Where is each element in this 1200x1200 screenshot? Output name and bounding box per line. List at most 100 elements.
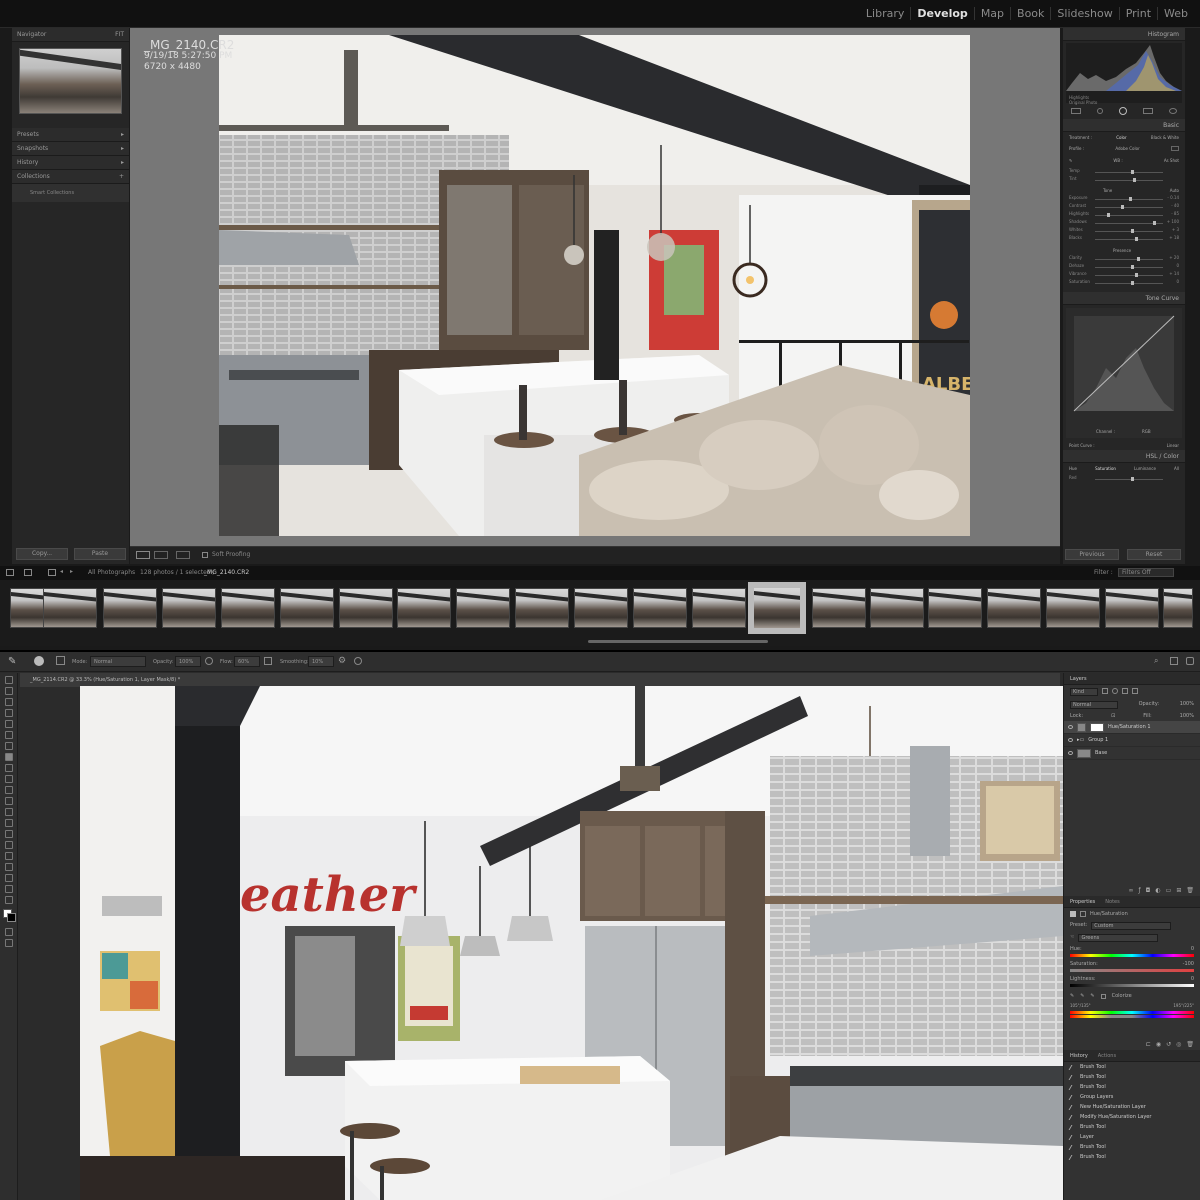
clarity-value[interactable]: + 20 — [1169, 255, 1179, 260]
hsl-header[interactable]: HSL / Color — [1063, 450, 1185, 463]
point-curve-value[interactable]: Linear — [1167, 443, 1179, 448]
history-item[interactable]: Modify Hue/Saturation Layer — [1064, 1112, 1200, 1122]
grid-view-icon[interactable] — [6, 569, 14, 576]
history-brush-tool-icon[interactable] — [5, 775, 13, 783]
mask-icon[interactable] — [1080, 911, 1086, 917]
shape-tool-icon[interactable] — [5, 863, 13, 871]
module-web[interactable]: Web — [1157, 7, 1194, 20]
module-slideshow[interactable]: Slideshow — [1050, 7, 1118, 20]
previous-button[interactable]: Previous — [1065, 549, 1119, 560]
history-item[interactable]: Layer — [1064, 1132, 1200, 1142]
hand-icon[interactable]: ☜ — [1070, 934, 1074, 942]
preset-select[interactable]: Custom — [1091, 922, 1172, 930]
saturation-value[interactable]: -100 — [1183, 961, 1194, 967]
trash-icon[interactable]: 🗑 — [1186, 1041, 1194, 1048]
marquee-tool-icon[interactable] — [5, 687, 13, 695]
filmstrip-thumb[interactable] — [280, 588, 334, 628]
filmstrip-thumb[interactable] — [397, 588, 451, 628]
saturation-knob[interactable] — [1131, 281, 1134, 285]
snapshots-header[interactable]: Snapshots ▸ — [12, 142, 129, 156]
healing-tool-icon[interactable] — [5, 742, 13, 750]
layer-mask-thumb[interactable] — [1090, 722, 1104, 732]
filmstrip-thumb[interactable] — [692, 588, 746, 628]
saturation-value[interactable]: 0 — [1176, 279, 1179, 284]
filmstrip-thumb[interactable] — [162, 588, 216, 628]
history-item[interactable]: New Hue/Saturation Layer — [1064, 1102, 1200, 1112]
whites-slider[interactable]: Whites + 3 — [1069, 227, 1179, 234]
visibility-eye-icon[interactable] — [1068, 751, 1073, 755]
main-photo[interactable]: ALBE — [219, 35, 970, 536]
visibility-eye-icon[interactable] — [1068, 738, 1073, 742]
layer-row[interactable]: Base — [1064, 747, 1200, 760]
eyedropper-minus-icon[interactable]: ✎ — [1090, 993, 1094, 999]
collections-header[interactable]: Collections + — [12, 170, 129, 184]
adjustment-filter-icon[interactable] — [1112, 688, 1118, 694]
link-icon[interactable]: ∞ — [1129, 887, 1134, 894]
highlights-knob[interactable] — [1107, 213, 1110, 217]
gradient-tool-icon[interactable] — [5, 797, 13, 805]
color-swatches[interactable] — [0, 907, 17, 925]
vibrance-knob[interactable] — [1135, 273, 1138, 277]
filmstrip-thumb[interactable] — [43, 588, 97, 628]
layer-opacity-value[interactable]: 100% — [1180, 701, 1194, 709]
contrast-knob[interactable] — [1121, 205, 1124, 209]
clarity-knob[interactable] — [1137, 257, 1140, 261]
view-previous-icon[interactable]: ◉ — [1156, 1041, 1161, 1048]
brush-preset-icon[interactable] — [34, 656, 44, 666]
properties-tab[interactable]: Properties — [1070, 899, 1095, 905]
layers-tab[interactable]: Layers — [1070, 676, 1087, 682]
hsl-tab-hue[interactable]: Hue — [1069, 466, 1077, 471]
history-item[interactable]: Brush Tool — [1064, 1142, 1200, 1152]
eyedropper-icon[interactable]: ✎ — [1069, 158, 1072, 163]
hsl-tab-luminance[interactable]: Luminance — [1134, 466, 1156, 471]
filmstrip-thumb[interactable] — [870, 588, 924, 628]
canvas[interactable]: eather — [80, 686, 1063, 1200]
zoom-tool-icon[interactable] — [5, 885, 13, 893]
opacity-input[interactable]: 100% — [175, 656, 201, 667]
tone-curve-header[interactable]: Tone Curve — [1063, 292, 1185, 305]
soft-proofing-checkbox[interactable] — [202, 552, 208, 558]
clip-icon[interactable]: ⊏ — [1146, 1041, 1151, 1048]
temp-knob[interactable] — [1131, 170, 1134, 174]
search-icon[interactable]: ⌕ — [1154, 656, 1158, 666]
dodge-tool-icon[interactable] — [5, 819, 13, 827]
plus-icon[interactable]: + — [119, 173, 124, 180]
spot-removal-icon[interactable] — [1097, 108, 1103, 114]
blend-mode-select[interactable]: Normal — [1070, 701, 1118, 709]
filmstrip-thumb[interactable] — [456, 588, 510, 628]
actions-tab[interactable]: Actions — [1098, 1053, 1116, 1059]
before-after-icon[interactable] — [154, 551, 168, 559]
layer-row[interactable]: ▸▭ Group 1 — [1064, 734, 1200, 747]
exposure-knob[interactable] — [1129, 197, 1132, 201]
exposure-value[interactable]: - 0.14 — [1167, 195, 1179, 200]
channel-select[interactable]: Greens — [1078, 934, 1159, 942]
saturation-slider[interactable]: Saturation 0 — [1069, 279, 1179, 286]
profile-value[interactable]: Adobe Color — [1115, 146, 1139, 151]
dehaze-knob[interactable] — [1131, 265, 1134, 269]
background-color-swatch[interactable] — [7, 913, 16, 922]
filmstrip-thumb[interactable] — [574, 588, 628, 628]
grid-icon[interactable] — [1171, 146, 1179, 151]
treatment-color[interactable]: Color — [1116, 135, 1126, 140]
filmstrip-thumb[interactable] — [1163, 588, 1193, 628]
brush-tool-icon[interactable]: ✎ — [8, 656, 16, 667]
type-filter-icon[interactable] — [1122, 688, 1128, 694]
tone-curve-area[interactable]: Channel : RGB — [1066, 308, 1182, 438]
pressure-opacity-icon[interactable] — [205, 657, 213, 665]
filmstrip-thumb[interactable] — [633, 588, 687, 628]
history-item[interactable]: Brush Tool — [1064, 1152, 1200, 1162]
lock-icon[interactable]: ⊡ — [1111, 713, 1115, 719]
crop-tool-icon[interactable] — [5, 720, 13, 728]
path-select-tool-icon[interactable] — [5, 852, 13, 860]
presets-header[interactable]: Presets ▸ — [12, 128, 129, 142]
hsl-red-slider[interactable]: Red — [1069, 475, 1179, 482]
reset-icon[interactable]: ↺ — [1166, 1041, 1171, 1048]
airbrush-icon[interactable] — [264, 657, 272, 665]
clone-stamp-tool-icon[interactable] — [5, 764, 13, 772]
blur-tool-icon[interactable] — [5, 808, 13, 816]
filmstrip-thumb[interactable] — [221, 588, 275, 628]
whites-knob[interactable] — [1131, 229, 1134, 233]
module-book[interactable]: Book — [1010, 7, 1050, 20]
new-layer-icon[interactable]: ⊞ — [1176, 887, 1181, 894]
filmstrip-thumb-selected[interactable] — [748, 582, 806, 634]
